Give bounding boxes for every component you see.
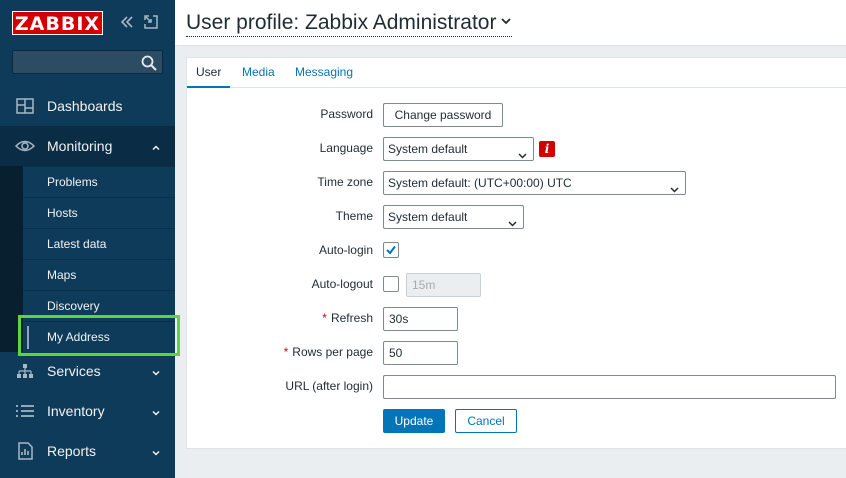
zabbix-logo[interactable]: ZABBIX [12, 11, 103, 35]
url-after-login-input[interactable] [383, 375, 836, 399]
chevron-up-icon [151, 140, 161, 151]
theme-label: Theme [335, 209, 373, 223]
sidebar-search-input[interactable] [12, 50, 163, 74]
timezone-select[interactable]: System default: (UTC+00:00) UTC [383, 171, 686, 195]
autologout-input: 15m [406, 273, 481, 297]
checkmark-icon [386, 245, 396, 255]
update-button[interactable]: Update [383, 409, 445, 433]
refresh-label: * Refresh [186, 311, 373, 325]
submenu-item-label: Latest data [47, 237, 107, 251]
autologin-label: Auto-login [318, 243, 373, 257]
chevron-down-icon [670, 179, 679, 193]
info-icon[interactable]: i [539, 141, 555, 157]
language-label: Language [319, 141, 373, 155]
theme-select-value: System default [388, 210, 468, 224]
chevron-down-icon [500, 9, 512, 25]
url-after-login-label: URL (after login) [285, 379, 373, 393]
rows-per-page-input[interactable]: 50 [383, 341, 458, 365]
password-label: Password [320, 107, 373, 121]
refresh-label-text: Refresh [330, 311, 373, 325]
chevron-down-icon [508, 213, 517, 227]
timezone-label: Time zone [317, 175, 373, 189]
change-password-button[interactable]: Change password [383, 103, 503, 127]
page-title-text: User profile: Zabbix Administrator [186, 11, 497, 34]
timezone-select-value: System default: (UTC+00:00) UTC [388, 176, 572, 190]
language-select-value: System default [388, 142, 468, 156]
chevron-down-icon [518, 145, 527, 159]
submenu-item-maps[interactable]: Maps [23, 259, 175, 290]
required-marker: * [322, 311, 327, 325]
eye-icon [14, 137, 36, 155]
submenu-item-label: Discovery [47, 299, 100, 313]
nav-monitoring[interactable]: Monitoring [0, 126, 175, 166]
submenu-item-label: Problems [47, 175, 98, 189]
submenu-item-problems[interactable]: Problems [23, 166, 175, 197]
chevron-down-icon [151, 405, 161, 416]
chevron-down-icon [151, 445, 161, 456]
rows-per-page-label-text: Rows per page [292, 345, 373, 359]
nav-inventory-label: Inventory [47, 403, 105, 419]
language-select[interactable]: System default [383, 137, 534, 161]
required-marker: * [283, 345, 289, 359]
report-icon [15, 442, 35, 460]
submenu-item-latest-data[interactable]: Latest data [23, 228, 175, 259]
chevron-down-icon [151, 365, 161, 376]
hierarchy-icon [15, 362, 35, 380]
highlight-box [18, 315, 180, 356]
autologout-checkbox[interactable] [383, 276, 399, 292]
submenu-item-hosts[interactable]: Hosts [23, 197, 175, 228]
list-icon [15, 402, 35, 420]
page-header: User profile: Zabbix Administrator [175, 0, 846, 46]
cancel-button[interactable]: Cancel [455, 409, 517, 433]
kiosk-mode-icon[interactable] [143, 14, 159, 30]
tab-user[interactable]: User [187, 58, 231, 88]
rows-per-page-label: * Rows per page [186, 345, 373, 359]
refresh-input[interactable]: 30s [383, 307, 458, 331]
nav-reports-label: Reports [47, 443, 97, 459]
nav-monitoring-label: Monitoring [47, 138, 113, 154]
nav-services-label: Services [47, 363, 101, 379]
submenu-item-label: Maps [47, 268, 77, 282]
nav-services[interactable]: Services [0, 351, 175, 391]
tab-bar: User Media Messaging [187, 58, 846, 88]
autologin-checkbox[interactable] [383, 242, 399, 258]
autologout-label: Auto-logout [311, 277, 373, 291]
sidebar: ZABBIX Dashboards Monitoring Problems Ho… [0, 0, 180, 478]
nav-dashboards[interactable]: Dashboards [0, 86, 175, 126]
tab-messaging[interactable]: Messaging [286, 58, 362, 88]
dashboard-icon [15, 97, 35, 115]
nav-inventory[interactable]: Inventory [0, 391, 175, 431]
nav-reports[interactable]: Reports [0, 431, 175, 471]
theme-select[interactable]: System default [383, 205, 524, 229]
search-icon[interactable] [140, 54, 158, 72]
collapse-sidebar-icon[interactable] [119, 14, 135, 30]
page-title[interactable]: User profile: Zabbix Administrator [186, 9, 513, 37]
nav-dashboards-label: Dashboards [47, 98, 123, 114]
submenu-item-label: Hosts [47, 206, 78, 220]
tab-media[interactable]: Media [233, 58, 284, 88]
